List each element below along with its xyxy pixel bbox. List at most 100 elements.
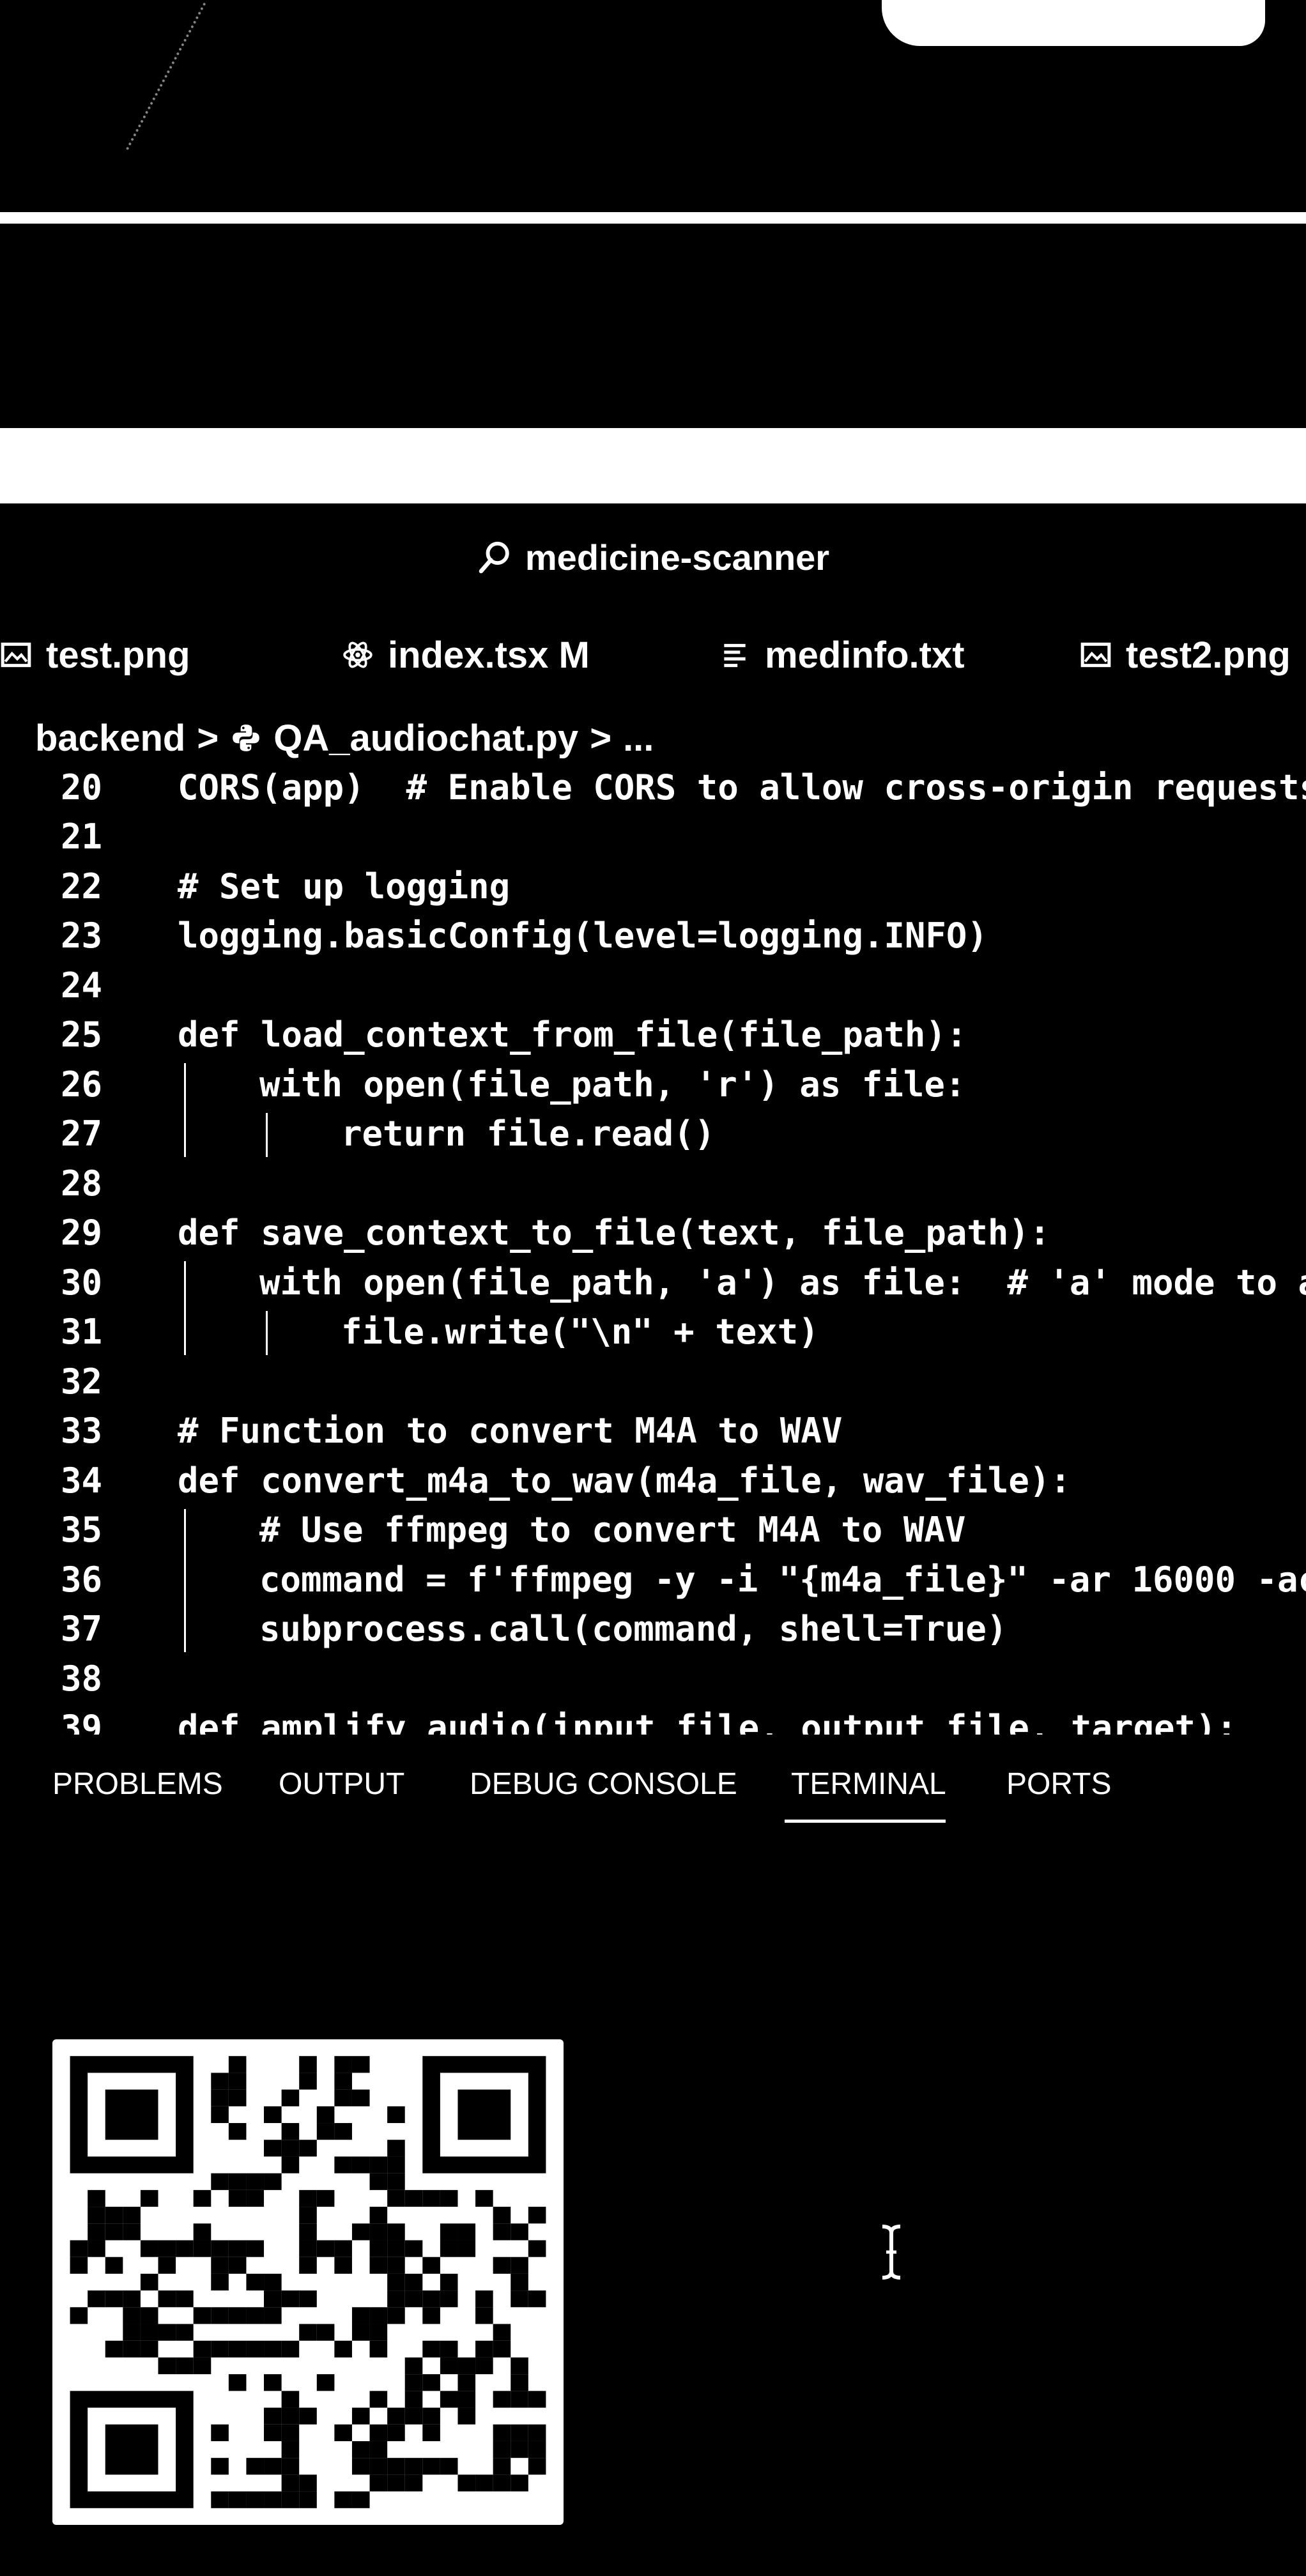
qr-module — [351, 2441, 370, 2458]
qr-module — [493, 2324, 511, 2341]
breadcrumb-symbol[interactable]: ... — [623, 717, 654, 760]
code-text[interactable]: return file.read() — [341, 1114, 715, 1154]
qr-module — [404, 2240, 423, 2257]
code-line[interactable]: 33 # Function to convert M4A to WAV — [0, 1407, 1306, 1455]
qr-module — [211, 2307, 229, 2324]
breadcrumb-folder[interactable]: backend — [35, 717, 185, 760]
code-line[interactable]: 35 # Use ffmpeg to convert M4A to WAV — [0, 1506, 1306, 1554]
qr-module — [528, 2458, 546, 2475]
code-text[interactable]: with open(file_path, 'r') as file: — [259, 1064, 965, 1105]
code-text[interactable]: # Function to convert M4A to WAV — [178, 1411, 842, 1451]
qr-module — [475, 2189, 493, 2207]
qr-module — [88, 2223, 105, 2241]
qr-module — [457, 2223, 476, 2241]
qr-module — [528, 2424, 546, 2441]
code-text[interactable]: def save_context_to_file(text, file_path… — [178, 1213, 1050, 1253]
code-line[interactable]: 30 with open(file_path, 'a') as file: # '… — [0, 1259, 1306, 1306]
tab-terminal[interactable]: TERMINAL — [791, 1767, 946, 1802]
code-line[interactable]: 37 subprocess.call(command, shell=True) — [0, 1606, 1306, 1653]
line-number: 24 — [60, 965, 102, 1006]
code-line[interactable]: 25 def load_context_from_file(file_path): — [0, 1011, 1306, 1059]
code-line[interactable]: 34 def convert_m4a_to_wav(m4a_file, wav_f… — [0, 1457, 1306, 1504]
code-line[interactable]: 24 — [0, 962, 1306, 1009]
code-text[interactable]: file.write("\n" + text) — [341, 1312, 819, 1352]
code-line[interactable]: 38 — [0, 1655, 1306, 1702]
line-number: 36 — [60, 1559, 102, 1600]
qr-module — [264, 2407, 282, 2425]
breadcrumb-file[interactable]: QA_audiochat.py — [273, 717, 578, 760]
qr-module — [440, 2340, 458, 2358]
qr-module — [493, 2391, 511, 2408]
qr-module — [369, 2391, 388, 2408]
code-text[interactable]: # Set up logging — [178, 866, 510, 907]
tab-index-tsx[interactable]: index.tsx M — [342, 620, 590, 690]
code-line[interactable]: 36 command = f'ffmpeg -y -i "{m4a_file}" … — [0, 1556, 1306, 1603]
qr-module — [299, 2491, 317, 2508]
image-icon — [1, 642, 31, 668]
code-text[interactable]: command = f'ffmpeg -y -i "{m4a_file}" -a… — [259, 1560, 1306, 1600]
code-text[interactable]: def amplify_audio(input_file, output_fil… — [178, 1708, 1237, 1735]
qr-module — [387, 2173, 405, 2190]
code-text[interactable]: logging.basicConfig(level=logging.INFO) — [178, 916, 988, 956]
code-line[interactable]: 39 def amplify_audio(input_file, output_f… — [0, 1705, 1306, 1735]
qr-module — [299, 2257, 317, 2274]
qr-module — [334, 2424, 352, 2441]
code-line[interactable]: 29 def save_context_to_file(text, file_pa… — [0, 1209, 1306, 1257]
qr-module — [493, 2223, 511, 2241]
qr-module — [387, 2458, 405, 2475]
tab-output[interactable]: OUTPUT — [279, 1767, 404, 1802]
qr-module — [351, 2458, 370, 2475]
code-line[interactable]: 21 — [0, 813, 1306, 861]
qr-module — [493, 2441, 511, 2458]
code-line[interactable]: 31 file.write("\n" + text) — [0, 1308, 1306, 1356]
code-line[interactable]: 32 — [0, 1358, 1306, 1405]
code-line[interactable]: 22 # Set up logging — [0, 862, 1306, 910]
qr-module — [334, 2156, 352, 2174]
code-text[interactable]: def convert_m4a_to_wav(m4a_file, wav_fil… — [178, 1460, 1071, 1501]
qr-module — [211, 2240, 229, 2257]
qr-module — [351, 2491, 370, 2508]
code-text[interactable]: def load_context_from_file(file_path): — [178, 1015, 967, 1055]
tab-test2-png[interactable]: test2.png — [1080, 620, 1291, 690]
python-icon — [233, 724, 260, 751]
code-text[interactable]: subprocess.call(command, shell=True) — [259, 1609, 1007, 1649]
code-line[interactable]: 27 return file.read() — [0, 1110, 1306, 1158]
line-number: 35 — [60, 1510, 102, 1550]
qr-module — [211, 2073, 229, 2090]
image-icon — [1080, 642, 1111, 668]
background-monitor-glare — [882, 0, 1265, 46]
qr-module — [422, 2458, 440, 2475]
qr-module — [299, 2207, 317, 2224]
qr-module — [387, 2106, 405, 2124]
qr-module — [246, 2340, 265, 2358]
code-editor[interactable]: 20 CORS(app) # Enable CORS to allow cross… — [0, 763, 1306, 1735]
qr-module — [334, 2491, 352, 2508]
code-line[interactable]: 28 — [0, 1160, 1306, 1207]
tab-medinfo-txt[interactable]: medinfo.txt — [719, 620, 965, 690]
code-line[interactable]: 23 logging.basicConfig(level=logging.INFO… — [0, 912, 1306, 960]
code-text[interactable]: CORS(app) # Enable CORS to allow cross-o… — [178, 767, 1306, 808]
qr-module — [493, 2207, 511, 2224]
tab-problems[interactable]: PROBLEMS — [52, 1767, 223, 1802]
line-number: 39 — [60, 1708, 102, 1735]
code-line[interactable]: 26 with open(file_path, 'r') as file: — [0, 1061, 1306, 1108]
qr-module — [193, 2223, 211, 2241]
qr-module — [457, 2391, 476, 2408]
qr-module — [440, 2458, 458, 2475]
command-center-search[interactable]: medicine-scanner — [0, 521, 1306, 594]
tab-ports[interactable]: PORTS — [1006, 1767, 1111, 1802]
tab-debug-console[interactable]: DEBUG CONSOLE — [470, 1767, 737, 1802]
qr-module — [264, 2307, 282, 2324]
code-text[interactable]: with open(file_path, 'a') as file: # 'a'… — [259, 1262, 1306, 1303]
qr-module — [369, 2307, 388, 2324]
qr-module — [457, 2089, 511, 2140]
code-text[interactable]: # Use ffmpeg to convert M4A to WAV — [259, 1510, 965, 1550]
line-number: 28 — [60, 1163, 102, 1204]
text-lines-icon — [724, 643, 746, 668]
qr-module — [228, 2240, 247, 2257]
qr-module — [404, 2357, 423, 2375]
qr-module — [351, 2307, 370, 2324]
code-line[interactable]: 20 CORS(app) # Enable CORS to allow cross… — [0, 763, 1306, 811]
qr-module — [299, 2240, 317, 2257]
tab-test-png[interactable]: test.png — [0, 620, 190, 690]
